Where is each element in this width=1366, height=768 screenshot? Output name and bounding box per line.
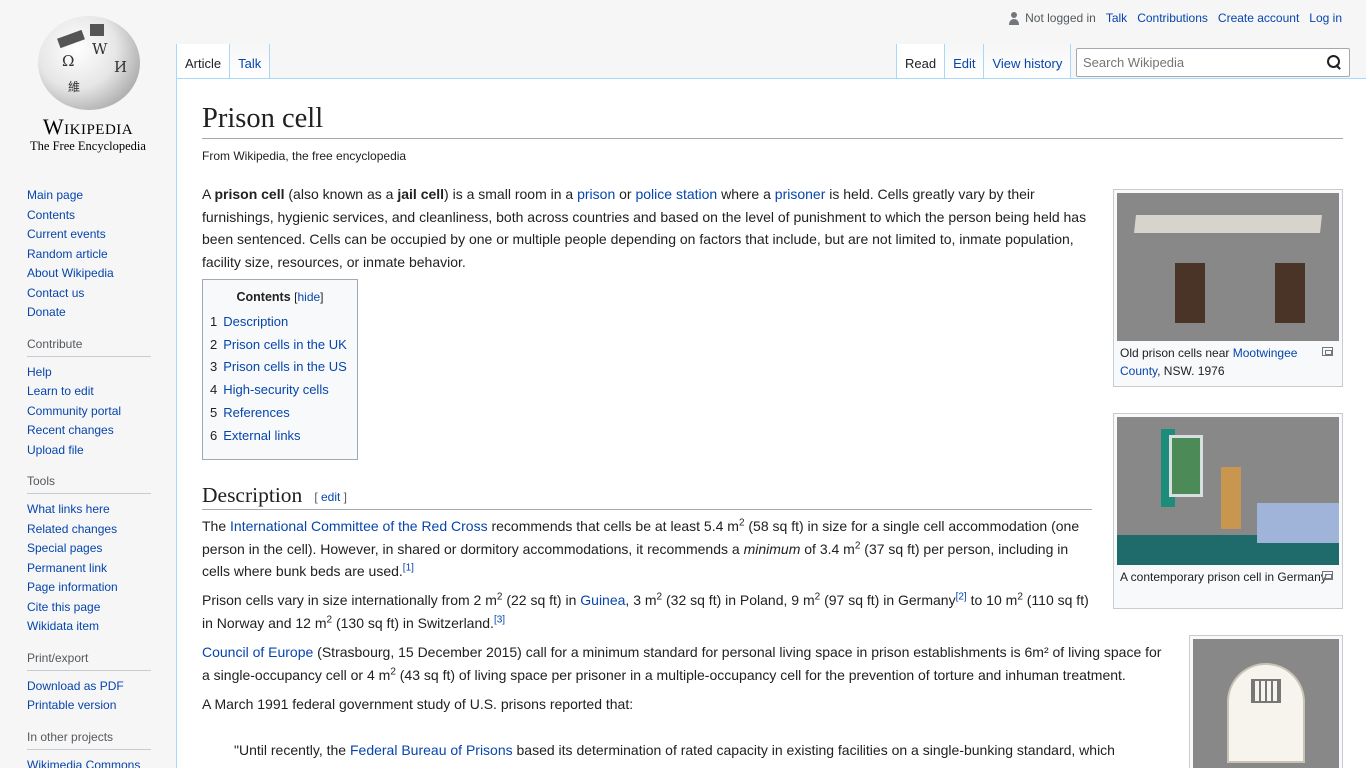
sidebar-item-contents[interactable]: Contents	[27, 208, 75, 222]
sidebar-item-special-pages[interactable]: Special pages	[27, 541, 102, 555]
image-contemporary-cell[interactable]	[1117, 417, 1339, 565]
sidebar-item-cite-this-page[interactable]: Cite this page	[27, 600, 100, 614]
intro-paragraph: A prison cell (also known as a jail cell…	[202, 186, 1087, 270]
article-content: Prison cell From Wikipedia, the free enc…	[176, 78, 1366, 768]
globe-glyph: W	[92, 40, 108, 58]
portal-heading: In other projects	[27, 730, 151, 750]
not-logged-in: Not logged in	[1008, 11, 1096, 25]
sidebar-item-about[interactable]: About Wikipedia	[27, 266, 114, 280]
wikipedia-logo[interactable]: Ω W И 維 Wikipedia The Free Encyclopedia	[0, 0, 176, 160]
site-tagline: From Wikipedia, the free encyclopedia	[202, 149, 407, 163]
link-icrc[interactable]: International Committee of the Red Cross	[230, 518, 488, 534]
personal-tools: Not logged in Talk Contributions Create …	[1008, 11, 1342, 25]
sidebar-item-printable-version[interactable]: Printable version	[27, 698, 116, 712]
sidebar-item-wikimedia-commons[interactable]: Wikimedia Commons	[27, 758, 140, 768]
sidebar-item-contact[interactable]: Contact us	[27, 286, 84, 300]
toc-item[interactable]: 6 External links	[210, 425, 350, 448]
paragraph: Prison cells vary in size internationall…	[202, 591, 1089, 631]
table-of-contents: Contents [hide] 1 Description 2 Prison cel…	[202, 279, 358, 460]
sidebar-item-donate[interactable]: Donate	[27, 305, 66, 319]
toc-title: Contents [hide]	[236, 290, 324, 304]
blockquote: "Until recently, the Federal Bureau of P…	[234, 742, 1115, 758]
sidebar-item-current-events[interactable]: Current events	[27, 227, 106, 241]
page-title: Prison cell	[202, 101, 1343, 139]
sidebar: Main page Contents Current events Random…	[0, 180, 176, 768]
tab-read[interactable]: Read	[896, 44, 946, 78]
tab-edit[interactable]: Edit	[945, 44, 985, 78]
portal-heading: Print/export	[27, 651, 151, 671]
reference-link[interactable]: [2]	[956, 591, 967, 602]
sidebar-item-random-article[interactable]: Random article	[27, 247, 108, 261]
globe-glyph: Ω	[62, 52, 75, 70]
image-old-prison-cells[interactable]	[1117, 193, 1339, 341]
sidebar-item-community-portal[interactable]: Community portal	[27, 404, 121, 418]
sidebar-item-recent-changes[interactable]: Recent changes	[27, 423, 114, 437]
navigation-portal: Main page Contents Current events Random…	[27, 186, 151, 323]
contribute-portal: Contribute Help Learn to edit Community …	[27, 337, 151, 461]
reference-link[interactable]: [1]	[403, 562, 414, 573]
sidebar-item-learn-to-edit[interactable]: Learn to edit	[27, 384, 94, 398]
sidebar-item-main-page[interactable]: Main page	[27, 188, 83, 202]
view-tabs: Read Edit View history	[896, 44, 1072, 78]
reference-link[interactable]: [3]	[494, 614, 505, 625]
sidebar-item-wikidata-item[interactable]: Wikidata item	[27, 619, 99, 633]
search-box	[1076, 48, 1350, 77]
sidebar-item-download-pdf[interactable]: Download as PDF	[27, 679, 124, 693]
tab-talk[interactable]: Talk	[230, 44, 271, 78]
portal-heading: Contribute	[27, 337, 151, 357]
link-council-of-europe[interactable]: Council of Europe	[202, 644, 313, 660]
puzzle-globe-icon: Ω W И 維	[38, 16, 140, 110]
toc-item[interactable]: 3 Prison cells in the US	[210, 356, 350, 379]
talk-link[interactable]: Talk	[1106, 11, 1127, 25]
logo-tagline: The Free Encyclopedia	[30, 139, 146, 153]
sidebar-item-help[interactable]: Help	[27, 365, 52, 379]
section-edit-link[interactable]: edit	[321, 490, 340, 504]
globe-glyph: И	[114, 58, 128, 76]
thumbnail-old-prison-cells: Old prison cells near Mootwingee County,…	[1113, 189, 1343, 387]
paragraph: Council of Europe (Strasbourg, 15 Decemb…	[202, 644, 1162, 683]
print-portal: Print/export Download as PDF Printable v…	[27, 651, 151, 716]
log-in-link[interactable]: Log in	[1309, 11, 1342, 25]
sidebar-item-page-information[interactable]: Page information	[27, 580, 118, 594]
link-federal-bureau-of-prisons[interactable]: Federal Bureau of Prisons	[350, 742, 513, 758]
sidebar-item-what-links-here[interactable]: What links here	[27, 502, 110, 516]
enlarge-icon[interactable]	[1322, 571, 1333, 580]
toc-item[interactable]: 4 High-security cells	[210, 379, 350, 402]
logo-wordmark: Wikipedia	[42, 114, 134, 139]
namespace-tabs: Article Talk	[176, 44, 271, 78]
toc-item[interactable]: 5 References	[210, 402, 350, 425]
link-prisoner[interactable]: prisoner	[775, 186, 826, 202]
thumbnail-high-security-cell	[1189, 635, 1343, 768]
create-account-link[interactable]: Create account	[1218, 11, 1299, 25]
sidebar-item-permanent-link[interactable]: Permanent link	[27, 561, 107, 575]
link-police-station[interactable]: police station	[635, 186, 717, 202]
sidebar-item-related-changes[interactable]: Related changes	[27, 522, 117, 536]
paragraph: The International Committee of the Red C…	[202, 517, 1080, 579]
portal-heading: Tools	[27, 474, 151, 494]
enlarge-icon[interactable]	[1322, 347, 1333, 356]
search-icon[interactable]	[1327, 55, 1341, 69]
thumbnail-caption: Old prison cells near Mootwingee County,…	[1117, 341, 1339, 380]
user-icon	[1008, 11, 1020, 25]
thumbnail-caption: A contemporary prison cell in Germany	[1117, 565, 1339, 586]
image-high-security-cell[interactable]	[1193, 639, 1339, 768]
link-prison[interactable]: prison	[577, 186, 615, 202]
toc-item[interactable]: 1 Description	[210, 311, 350, 334]
globe-glyph: 維	[68, 80, 81, 94]
tab-article[interactable]: Article	[176, 44, 231, 78]
link-guinea[interactable]: Guinea	[580, 592, 625, 608]
tools-portal: Tools What links here Related changes Sp…	[27, 474, 151, 637]
toc-hide-link[interactable]: hide	[297, 290, 320, 304]
sidebar-item-upload-file[interactable]: Upload file	[27, 443, 84, 457]
contributions-link[interactable]: Contributions	[1137, 11, 1208, 25]
search-input[interactable]	[1083, 55, 1313, 70]
thumbnail-contemporary-cell: A contemporary prison cell in Germany	[1113, 413, 1343, 609]
projects-portal: In other projects Wikimedia Commons	[27, 730, 151, 768]
toc-item[interactable]: 2 Prison cells in the UK	[210, 334, 350, 357]
tab-view-history[interactable]: View history	[984, 44, 1072, 78]
paragraph: A March 1991 federal government study of…	[202, 696, 634, 712]
section-heading-description: Description[ edit ]	[202, 481, 1092, 510]
